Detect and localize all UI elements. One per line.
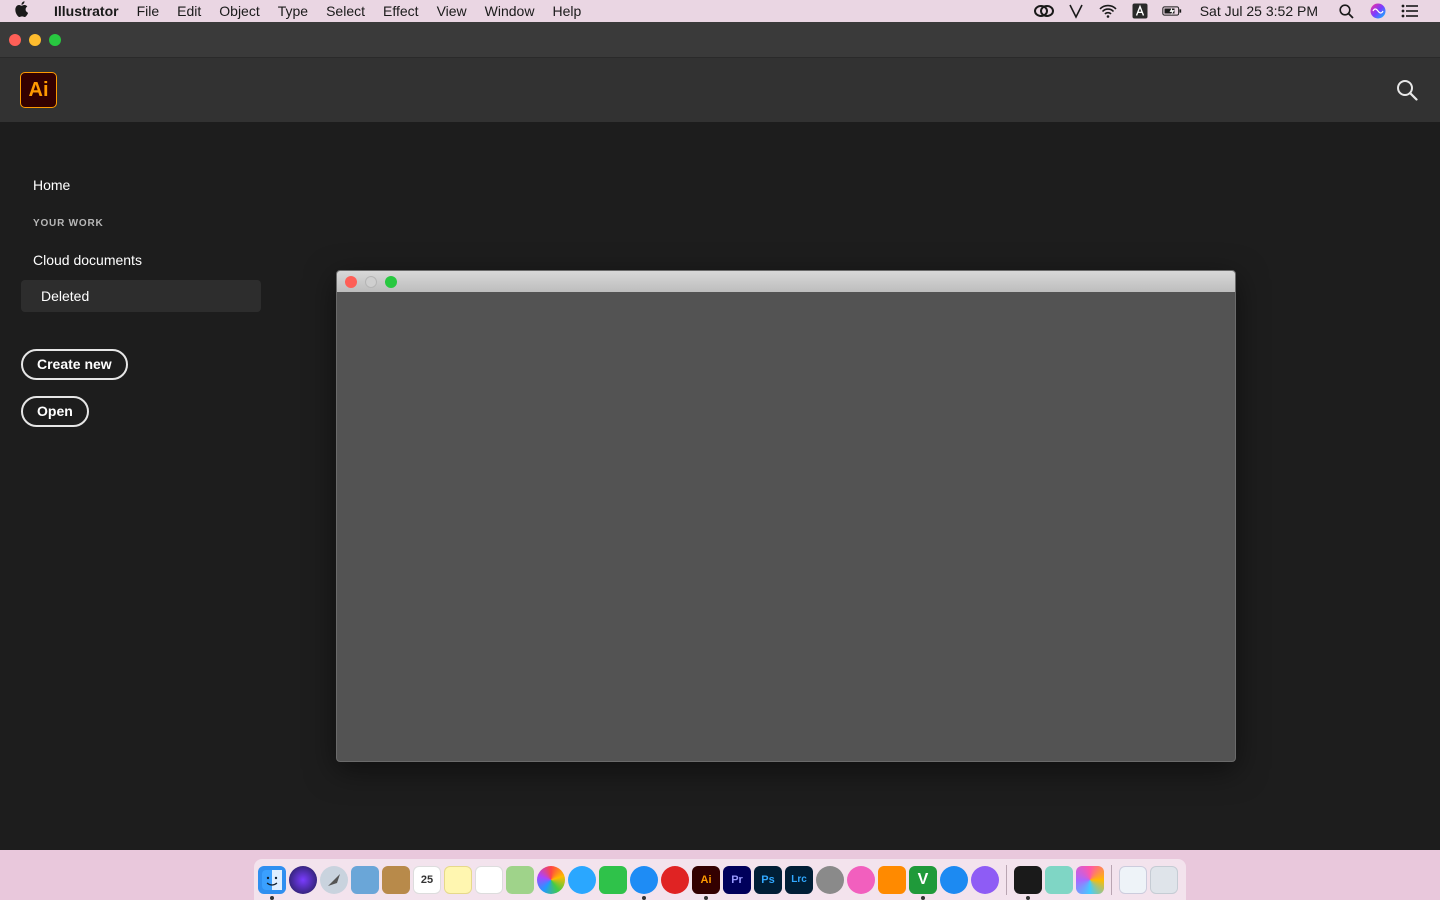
dialog-titlebar[interactable] (337, 271, 1235, 292)
creative-cloud-status-icon[interactable] (1033, 3, 1054, 19)
menu-file[interactable]: File (128, 0, 169, 22)
creative-cloud-app-icon[interactable] (1076, 865, 1104, 894)
safari-icon[interactable] (630, 865, 658, 900)
siri-icon[interactable] (1368, 3, 1388, 19)
premiere-dock-icon[interactable]: Pr (723, 865, 751, 894)
screen-capture-icon[interactable] (1045, 865, 1073, 894)
battery-icon[interactable] (1162, 3, 1182, 19)
menu-window[interactable]: Window (476, 0, 544, 22)
documents-folder-icon[interactable] (1119, 865, 1147, 894)
apple-menu-icon[interactable] (0, 1, 42, 21)
dialog-close-button[interactable] (345, 275, 357, 288)
photoshop-dock-icon[interactable]: Ps (754, 865, 782, 894)
siri-dock-icon[interactable] (289, 865, 317, 894)
music-icon[interactable] (847, 865, 875, 894)
dock-separator-2 (1111, 864, 1112, 895)
spotlight-search-icon[interactable] (1336, 3, 1356, 19)
menu-bar: Illustrator File Edit Object Type Select… (0, 0, 1440, 22)
menu-help[interactable]: Help (543, 0, 590, 22)
menu-effect[interactable]: Effect (374, 0, 428, 22)
menu-edit[interactable]: Edit (168, 0, 210, 22)
window-close-button[interactable] (9, 33, 21, 46)
vectorworks-status-icon[interactable] (1066, 3, 1086, 19)
sidebar-item-cloud-documents[interactable]: Cloud documents (21, 244, 261, 276)
illustrator-window: Ai Home YOUR WORK Cloud documents Delete… (0, 22, 1440, 850)
system-preferences-icon[interactable] (816, 865, 844, 894)
create-new-button[interactable]: Create new (21, 349, 128, 380)
maps-icon[interactable] (506, 865, 534, 894)
terminal-icon[interactable] (1014, 865, 1042, 900)
sidebar-item-home[interactable]: Home (21, 172, 261, 196)
feedback-assistant-icon[interactable] (971, 865, 999, 894)
menu-app-name[interactable]: Illustrator (42, 0, 128, 22)
notification-center-icon[interactable] (1400, 3, 1420, 19)
wifi-icon[interactable] (1098, 3, 1118, 19)
menu-select[interactable]: Select (317, 0, 374, 22)
sidebar-item-deleted[interactable]: Deleted (21, 280, 261, 312)
facetime-icon[interactable] (599, 865, 627, 894)
menu-object[interactable]: Object (210, 0, 268, 22)
notes-icon[interactable] (444, 865, 472, 894)
messages-icon[interactable] (568, 865, 596, 894)
dialog-minimize-button (365, 275, 377, 288)
calendar-icon[interactable]: 25 (413, 865, 441, 894)
search-icon[interactable] (1394, 77, 1420, 103)
creative-cloud-dock-icon[interactable] (661, 865, 689, 894)
menu-type[interactable]: Type (269, 0, 317, 22)
illustrator-logo: Ai (20, 72, 57, 108)
empty-dialog-window (336, 270, 1236, 762)
illustrator-dock-icon[interactable]: Ai (692, 865, 720, 900)
dialog-zoom-button[interactable] (385, 275, 397, 288)
app-store-icon[interactable] (940, 865, 968, 894)
preview-icon[interactable] (351, 865, 379, 894)
launchpad-icon[interactable] (320, 865, 348, 894)
window-titlebar[interactable] (0, 22, 1440, 58)
window-minimize-button[interactable] (29, 33, 41, 46)
sidebar: Home YOUR WORK Cloud documents Deleted C… (21, 172, 261, 427)
finder-icon[interactable] (258, 865, 286, 900)
contacts-icon[interactable] (382, 865, 410, 894)
books-icon[interactable] (878, 865, 906, 894)
dock: 25 Ai Pr Ps Lrc V (254, 859, 1186, 900)
keyboard-input-icon[interactable] (1130, 3, 1150, 19)
open-button[interactable]: Open (21, 396, 89, 427)
menu-view[interactable]: View (428, 0, 476, 22)
dock-separator (1006, 864, 1007, 895)
app-header: Ai (0, 58, 1440, 122)
trash-icon[interactable] (1150, 865, 1178, 894)
window-zoom-button[interactable] (49, 33, 61, 46)
vectorworks-dock-icon[interactable]: V (909, 865, 937, 900)
reminders-icon[interactable] (475, 865, 503, 894)
menu-clock[interactable]: Sat Jul 25 3:52 PM (1200, 3, 1318, 19)
photos-icon[interactable] (537, 865, 565, 894)
section-label-your-work: YOUR WORK (33, 218, 104, 229)
lightroom-classic-dock-icon[interactable]: Lrc (785, 865, 813, 894)
